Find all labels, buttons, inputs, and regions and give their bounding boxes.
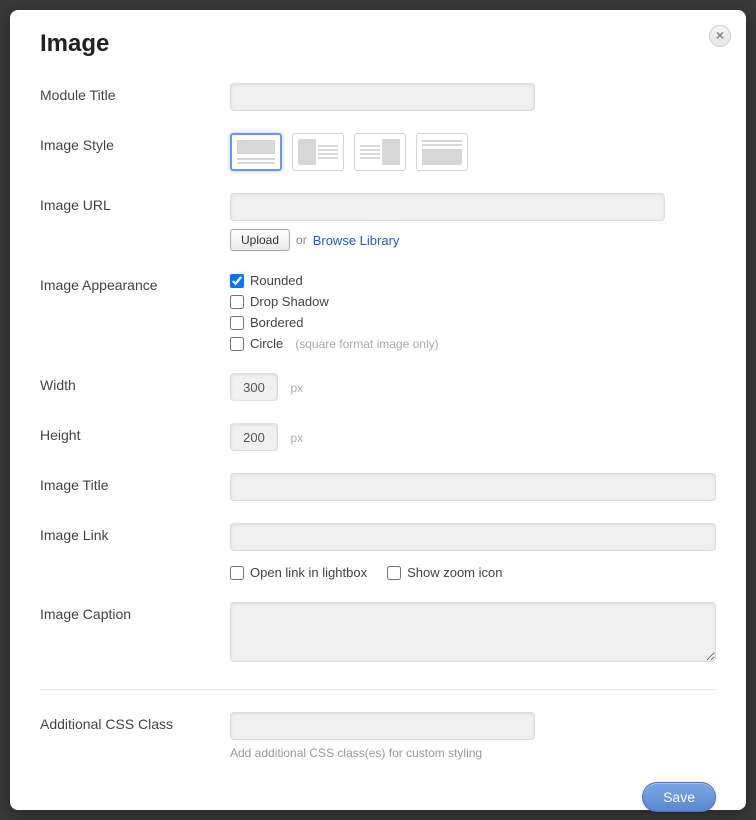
checkbox-bordered[interactable] (230, 316, 244, 330)
label-caption: Image Caption (40, 602, 230, 622)
checkbox-rounded[interactable] (230, 274, 244, 288)
zoom-label: Show zoom icon (407, 565, 502, 580)
modal-title: Image (40, 30, 716, 58)
image-url-input[interactable] (230, 193, 665, 221)
appearance-circle-label: Circle (250, 336, 283, 351)
label-appearance: Image Appearance (40, 273, 230, 293)
row-module-title: Module Title (40, 83, 716, 111)
label-link-options (40, 565, 230, 569)
label-image-url: Image URL (40, 193, 230, 213)
checkbox-circle[interactable] (230, 337, 244, 351)
browse-library-link[interactable]: Browse Library (313, 233, 400, 248)
section-divider (40, 689, 716, 690)
style-option-image-bottom[interactable] (416, 133, 468, 171)
appearance-rounded-label: Rounded (250, 273, 303, 288)
style-option-image-top[interactable] (230, 133, 282, 171)
lightbox-label: Open link in lightbox (250, 565, 367, 580)
module-title-input[interactable] (230, 83, 535, 111)
image-modal: × Image Module Title Image Style (10, 10, 746, 810)
css-class-help: Add additional CSS class(es) for custom … (230, 746, 716, 760)
lightbox-option[interactable]: Open link in lightbox (230, 565, 367, 580)
close-button[interactable]: × (709, 25, 731, 47)
appearance-rounded[interactable]: Rounded (230, 273, 716, 288)
label-height: Height (40, 423, 230, 443)
row-appearance: Image Appearance Rounded Drop Shadow Bor… (40, 273, 716, 351)
checkbox-zoom[interactable] (387, 566, 401, 580)
row-link-options: Open link in lightbox Show zoom icon (40, 565, 716, 580)
row-image-link: Image Link (40, 523, 716, 551)
style-option-image-left[interactable] (292, 133, 344, 171)
modal-footer: Save (40, 782, 716, 812)
appearance-bordered[interactable]: Bordered (230, 315, 716, 330)
label-module-title: Module Title (40, 83, 230, 103)
image-link-input[interactable] (230, 523, 716, 551)
label-image-link: Image Link (40, 523, 230, 543)
image-style-options (230, 133, 716, 171)
row-caption: Image Caption (40, 602, 716, 667)
width-input[interactable] (230, 373, 278, 401)
upload-row: Upload or Browse Library (230, 229, 716, 251)
css-class-input[interactable] (230, 712, 535, 740)
image-title-input[interactable] (230, 473, 716, 501)
upload-button[interactable]: Upload (230, 229, 290, 251)
checkbox-lightbox[interactable] (230, 566, 244, 580)
save-button[interactable]: Save (642, 782, 716, 812)
appearance-dropshadow-label: Drop Shadow (250, 294, 329, 309)
appearance-bordered-label: Bordered (250, 315, 303, 330)
appearance-dropshadow[interactable]: Drop Shadow (230, 294, 716, 309)
or-text: or (296, 233, 307, 247)
height-unit: px (290, 431, 303, 445)
row-width: Width px (40, 373, 716, 401)
label-css-class: Additional CSS Class (40, 712, 230, 732)
label-width: Width (40, 373, 230, 393)
zoom-option[interactable]: Show zoom icon (387, 565, 502, 580)
row-image-title: Image Title (40, 473, 716, 501)
caption-textarea[interactable] (230, 602, 716, 662)
style-option-image-right[interactable] (354, 133, 406, 171)
checkbox-dropshadow[interactable] (230, 295, 244, 309)
label-image-title: Image Title (40, 473, 230, 493)
row-height: Height px (40, 423, 716, 451)
row-image-url: Image URL Upload or Browse Library (40, 193, 716, 251)
height-input[interactable] (230, 423, 278, 451)
label-image-style: Image Style (40, 133, 230, 153)
row-css-class: Additional CSS Class Add additional CSS … (40, 712, 716, 760)
row-image-style: Image Style (40, 133, 716, 171)
width-unit: px (290, 381, 303, 395)
appearance-circle[interactable]: Circle (square format image only) (230, 336, 716, 351)
appearance-circle-hint: (square format image only) (295, 337, 438, 351)
appearance-list: Rounded Drop Shadow Bordered Circle (squ… (230, 273, 716, 351)
